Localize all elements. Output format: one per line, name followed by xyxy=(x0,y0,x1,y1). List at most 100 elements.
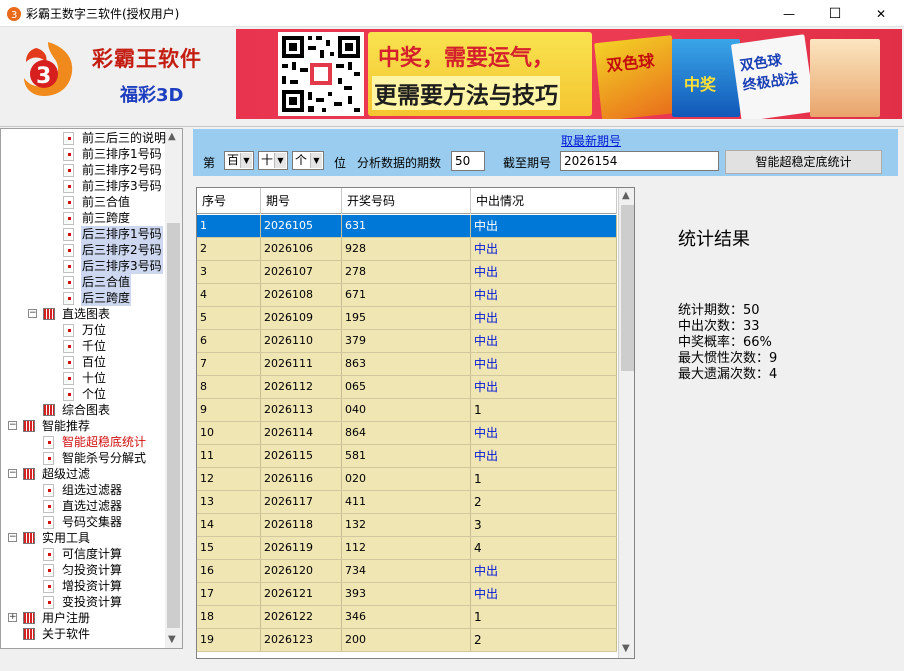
until-period-input[interactable]: 2026154 xyxy=(560,151,719,171)
close-button[interactable]: ✕ xyxy=(858,0,904,27)
expand-icon[interactable]: + xyxy=(8,613,17,622)
scroll-down-icon[interactable]: ▼ xyxy=(622,643,630,654)
document-icon xyxy=(63,132,74,145)
table-cell: 6 xyxy=(197,330,261,352)
tree-item-label: 千位 xyxy=(82,339,107,353)
table-cell: 631 xyxy=(342,215,471,237)
table-row[interactable]: 19 2026123 200 2 xyxy=(197,629,617,652)
result-line: 统计期数：50 xyxy=(678,303,760,318)
table-cell: 671 xyxy=(342,284,471,306)
table-cell: 10 xyxy=(197,422,261,444)
position-select-2[interactable]: 十 ▼ xyxy=(258,151,288,170)
table-row[interactable]: 7 2026111 863 中出 xyxy=(197,353,617,376)
table-cell: 2026122 xyxy=(261,606,342,628)
table-row[interactable]: 12 2026116 020 1 xyxy=(197,468,617,491)
document-icon xyxy=(63,196,74,209)
table-row[interactable]: 3 2026107 278 中出 xyxy=(197,261,617,284)
column-header[interactable]: 中出情况 xyxy=(471,188,617,214)
table-cell: 278 xyxy=(342,261,471,283)
collapse-icon[interactable]: − xyxy=(8,421,17,430)
table-cell: 17 xyxy=(197,583,261,605)
table-row[interactable]: 10 2026114 864 中出 xyxy=(197,422,617,445)
table-cell: 132 xyxy=(342,514,471,536)
collapse-icon[interactable]: − xyxy=(8,533,17,542)
grid-scrollbar[interactable]: ▲ ▼ xyxy=(618,188,634,658)
table-row[interactable]: 8 2026112 065 中出 xyxy=(197,376,617,399)
column-header[interactable]: 序号 xyxy=(197,188,261,214)
table-row[interactable]: 2 2026106 928 中出 xyxy=(197,238,617,261)
position-select-1-value: 百 xyxy=(227,153,240,167)
table-cell: 864 xyxy=(342,422,471,444)
grid-scroll-thumb[interactable] xyxy=(621,205,634,371)
tree-item-label: 直选图表 xyxy=(62,307,111,321)
table-row[interactable]: 15 2026119 112 4 xyxy=(197,537,617,560)
table-cell: 040 xyxy=(342,399,471,421)
table-cell: 8 xyxy=(197,376,261,398)
table-row[interactable]: 5 2026109 195 中出 xyxy=(197,307,617,330)
table-row[interactable]: 17 2026121 393 中出 xyxy=(197,583,617,606)
scroll-up-icon[interactable]: ▲ xyxy=(622,190,630,201)
book-cover-1: 双色球 xyxy=(594,35,680,119)
column-header[interactable]: 开奖号码 xyxy=(342,188,471,214)
tree-item-label: 增投资计算 xyxy=(62,579,123,593)
collapse-icon[interactable]: − xyxy=(8,469,17,478)
table-row[interactable]: 16 2026120 734 中出 xyxy=(197,560,617,583)
tree-item-label: 组选过滤器 xyxy=(62,483,123,497)
tree-item-label: 后三排序1号码 xyxy=(81,226,163,242)
position-select-1[interactable]: 百 ▼ xyxy=(224,151,254,170)
nav-tree[interactable]: ▲ ▼ 前三后三的说明 前三排序1号码 前三排序2号码 前三排序3号码 前三合值 前三跨度… xyxy=(0,128,183,649)
result-line: 最大惯性次数：9 xyxy=(678,351,778,366)
table-row[interactable]: 9 2026113 040 1 xyxy=(197,399,617,422)
maximize-button[interactable]: ☐ xyxy=(812,0,858,27)
tree-scroll-thumb[interactable] xyxy=(167,223,180,628)
document-icon xyxy=(63,356,74,369)
folder-icon xyxy=(23,628,35,640)
close-icon: ✕ xyxy=(875,6,887,21)
tree-item-label: 前三跨度 xyxy=(82,211,131,225)
tree-scrollbar[interactable]: ▲ ▼ xyxy=(165,129,182,648)
label-periods: 分析数据的期数 xyxy=(357,156,442,170)
column-header[interactable]: 期号 xyxy=(261,188,342,214)
table-cell: 1 xyxy=(471,606,617,628)
position-select-2-value: 十 xyxy=(261,153,274,167)
ad-banner[interactable]: 中奖，需要运气， 更需要方法与技巧 双色球 中奖 双色球 终极战法 xyxy=(236,29,902,119)
position-select-3-value: 个 xyxy=(295,153,308,167)
table-row[interactable]: 4 2026108 671 中出 xyxy=(197,284,617,307)
get-latest-period-link[interactable]: 取最新期号 xyxy=(561,132,621,149)
folder-icon xyxy=(23,532,35,544)
result-line: 中出次数：33 xyxy=(678,319,760,334)
banner-slogan: 中奖，需要运气， 更需要方法与技巧 xyxy=(368,32,592,116)
collapse-icon[interactable]: − xyxy=(28,309,37,318)
grid-header: 序号 期号 开奖号码 中出情况 xyxy=(197,188,617,214)
tree-item-label: 综合图表 xyxy=(62,403,111,417)
position-select-3[interactable]: 个 ▼ xyxy=(292,151,324,170)
tree-item-label: 万位 xyxy=(82,323,107,337)
document-icon xyxy=(43,436,54,449)
tree-item-label: 后三排序3号码 xyxy=(81,258,163,274)
tree-item-label: 用户注册 xyxy=(42,611,91,625)
scroll-down-icon[interactable]: ▼ xyxy=(168,634,176,645)
document-icon xyxy=(63,340,74,353)
table-row[interactable]: 18 2026122 346 1 xyxy=(197,606,617,629)
table-cell: 9 xyxy=(197,399,261,421)
brand-name: 彩霸王软件 xyxy=(92,47,202,71)
tree-item-label: 可信度计算 xyxy=(62,547,123,561)
document-icon xyxy=(43,564,54,577)
minimize-button[interactable]: — xyxy=(766,0,812,27)
periods-input[interactable]: 50 xyxy=(451,151,485,171)
table-cell: 14 xyxy=(197,514,261,536)
table-row[interactable]: 6 2026110 379 中出 xyxy=(197,330,617,353)
results-grid[interactable]: 序号 期号 开奖号码 中出情况 1 2026105 631 中出 2 2026106 928… xyxy=(196,187,635,659)
table-row[interactable]: 14 2026118 132 3 xyxy=(197,514,617,537)
qr-code-icon xyxy=(278,32,364,116)
scroll-up-icon[interactable]: ▲ xyxy=(168,131,176,142)
table-cell: 中出 xyxy=(471,445,617,467)
smart-stat-button[interactable]: 智能超稳定底统计 xyxy=(725,150,882,174)
table-row[interactable]: 1 2026105 631 中出 xyxy=(197,215,617,238)
table-row[interactable]: 11 2026115 581 中出 xyxy=(197,445,617,468)
table-row[interactable]: 13 2026117 411 2 xyxy=(197,491,617,514)
table-cell: 中出 xyxy=(471,560,617,582)
table-cell: 2026105 xyxy=(261,215,342,237)
table-cell: 2026120 xyxy=(261,560,342,582)
tree-item-label: 直选过滤器 xyxy=(62,499,123,513)
